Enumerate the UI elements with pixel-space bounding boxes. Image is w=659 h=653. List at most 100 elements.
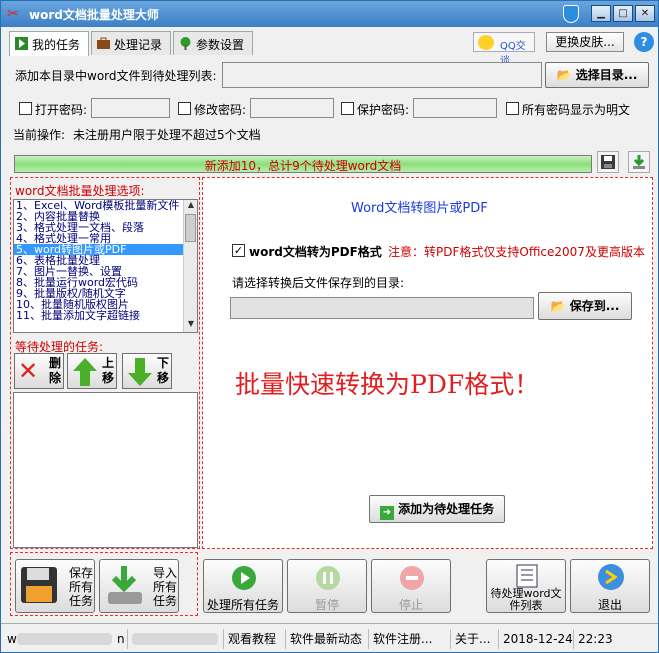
file-list-button[interactable]: 待处理word文件列表 [486, 559, 566, 613]
import-icon [104, 564, 144, 609]
option-item[interactable]: 4、格式处理一常用 [14, 233, 184, 244]
option-item[interactable]: 5、word转图片或PDF [14, 244, 184, 255]
tab-history[interactable]: 处理记录 [91, 31, 171, 55]
tab-label: 我的任务 [32, 38, 81, 52]
options-list[interactable]: 1、Excel、Word模板批量新文件 2、内容批量替换 3、格式处理一文档、段落 4… [13, 199, 198, 333]
edit-pwd-input[interactable] [250, 98, 334, 118]
edit-pwd-label: 修改密码: [194, 103, 247, 117]
import-all-button[interactable]: 导入所有任务 [99, 559, 179, 613]
to-pdf-label: word文档转为PDF格式 [249, 245, 382, 259]
stop-label: 停止 [398, 598, 423, 612]
delete-x-icon: ✕ [18, 357, 39, 385]
process-all-button[interactable]: 处理所有任务 [203, 559, 283, 613]
status-user: w n [3, 629, 125, 649]
status-user-tail: n [117, 632, 125, 646]
status-bar: w n 观看教程 软件最新动态 软件注册... 关于... 2018-12-24… [1, 623, 658, 652]
open-pwd-label: 打开密码: [35, 103, 88, 117]
scroll-up-icon[interactable]: ▲ [184, 200, 197, 213]
minimize-button[interactable]: ▁ [591, 5, 611, 22]
stop-button[interactable]: 停止 [371, 559, 451, 613]
current-op-text: 未注册用户限于处理不超过5个文档 [73, 128, 261, 142]
open-pwd-checkbox[interactable] [19, 102, 32, 115]
pending-task-list[interactable] [13, 392, 198, 548]
status-time: 22:23 [573, 629, 623, 649]
pause-button[interactable]: 暂停 [287, 559, 367, 613]
save-all-button[interactable]: 保存所有任务 [15, 559, 95, 613]
protect-pwd-checkbox[interactable] [341, 102, 354, 115]
download-list-icon[interactable] [628, 151, 650, 173]
shield-icon[interactable] [563, 5, 579, 23]
stop-icon [399, 565, 425, 594]
window-title: word文档批量处理大师 [29, 8, 159, 22]
tab-label: 参数设置 [196, 38, 245, 52]
scroll-down-icon[interactable]: ▼ [184, 319, 197, 332]
option-item[interactable]: 2、内容批量替换 [14, 211, 184, 222]
briefcase-icon [97, 37, 110, 50]
options-scrollbar[interactable]: ▲ ▼ [183, 200, 197, 332]
maximize-button[interactable]: □ [613, 5, 633, 22]
show-plain-label: 所有密码显示为明文 [522, 103, 631, 117]
promo-text: 批量快速转换为PDF格式！ [235, 370, 540, 399]
protect-pwd-input[interactable] [413, 98, 497, 118]
option-item[interactable]: 6、表格批量处理 [14, 255, 184, 266]
status-site [127, 629, 221, 649]
save-list-icon[interactable] [597, 151, 619, 173]
delete-button[interactable]: ✕ 删除 [14, 353, 64, 389]
help-icon[interactable]: ? [634, 32, 654, 52]
play-circle-icon [231, 565, 257, 594]
current-op-label: 当前操作: [13, 128, 66, 142]
status-tutorial-link[interactable]: 观看教程 [223, 629, 283, 649]
title-bar[interactable]: ✂ word文档批量处理大师 ▁ □ ✕ [1, 1, 658, 27]
edit-pwd-checkbox[interactable] [178, 102, 191, 115]
choose-dir-button[interactable]: 📂 选择目录... [545, 62, 649, 88]
option-item[interactable]: 1、Excel、Word模板批量新文件 [14, 200, 184, 211]
status-about-link[interactable]: 关于... [450, 629, 496, 649]
status-news-link[interactable]: 软件最新动态 [285, 629, 365, 649]
floppy-icon [20, 566, 58, 607]
open-pwd-input[interactable] [91, 98, 170, 118]
arrow-up-icon [72, 357, 98, 390]
redacted-area [132, 633, 218, 645]
tree-icon [179, 37, 192, 50]
save-dir-label: 请选择转换后文件保存到的目录: [232, 276, 405, 290]
dir-path-input[interactable] [222, 62, 542, 88]
exit-icon [597, 563, 625, 594]
move-down-label: 下移 [157, 356, 170, 385]
scroll-thumb[interactable] [185, 214, 196, 242]
arrow-right-icon: ➜ [379, 506, 394, 520]
add-task-label: 添加为待处理任务 [398, 502, 495, 516]
choose-dir-label: 选择目录... [575, 68, 638, 82]
right-panel-frame [202, 177, 653, 549]
status-user-text: w [7, 632, 17, 646]
option-item[interactable]: 11、批量添加文字超链接 [14, 310, 184, 321]
move-up-button[interactable]: 上移 [67, 353, 117, 389]
option-item[interactable]: 7、图片一替换、设置 [14, 266, 184, 277]
option-item[interactable]: 10、批量随机版权图片 [14, 299, 184, 310]
status-register-link[interactable]: 软件注册... [368, 629, 448, 649]
save-all-label: 保存所有任务 [68, 566, 93, 608]
play-icon [15, 37, 28, 50]
right-heading: Word文档转图片或PDF [351, 201, 488, 216]
show-plain-checkbox[interactable] [506, 102, 519, 115]
change-skin-button[interactable]: 更换皮肤... [546, 32, 624, 52]
add-task-button[interactable]: ➜ 添加为待处理任务 [369, 495, 505, 523]
save-dir-input[interactable] [230, 297, 534, 319]
file-list-label: 待处理word文件列表 [490, 587, 562, 612]
option-item[interactable]: 9、批量版权/随机文字 [14, 288, 184, 299]
option-item[interactable]: 3、格式处理一文档、段落 [14, 222, 184, 233]
redacted-area [17, 633, 112, 645]
qq-chat-button[interactable]: QQ交谈 [473, 32, 535, 67]
move-down-button[interactable]: 下移 [122, 353, 172, 389]
save-to-button[interactable]: 📂 保存到... [538, 292, 632, 320]
progress-text: 新添加10，总计9个待处理word文档 [204, 159, 402, 173]
main-window: ✂ word文档批量处理大师 ▁ □ ✕ 我的任务 处理记录 参数设置 QQ交谈… [0, 0, 659, 653]
tab-settings[interactable]: 参数设置 [173, 31, 253, 55]
arrow-down-icon [127, 357, 153, 390]
close-button[interactable]: ✕ [635, 5, 655, 22]
to-pdf-checkbox[interactable]: ✓ [232, 244, 245, 257]
tab-label: 处理记录 [114, 38, 163, 52]
option-item[interactable]: 8、批量运行word宏代码 [14, 277, 184, 288]
pause-icon [315, 565, 341, 594]
tab-my-tasks[interactable]: 我的任务 [9, 31, 89, 56]
exit-button[interactable]: 退出 [570, 559, 650, 613]
